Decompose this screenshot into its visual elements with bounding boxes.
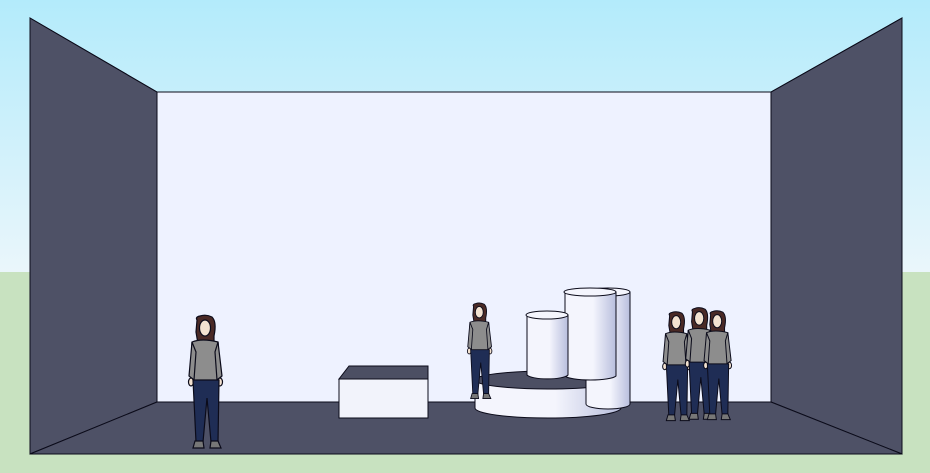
cylinder-body bbox=[526, 314, 569, 380]
left-wall[interactable] bbox=[29, 17, 158, 455]
cylinder-body bbox=[564, 291, 617, 381]
right-wall[interactable] bbox=[770, 17, 903, 455]
floor[interactable] bbox=[30, 402, 902, 454]
cylinder-tall[interactable] bbox=[563, 287, 617, 381]
cylinder-top bbox=[563, 287, 617, 297]
box-block[interactable] bbox=[337, 365, 429, 419]
cylinder-short[interactable] bbox=[525, 310, 569, 380]
cylinder-top bbox=[525, 310, 569, 320]
scene-canvas[interactable] bbox=[0, 0, 930, 473]
box-top bbox=[337, 365, 429, 380]
sketch-3d-viewport[interactable] bbox=[0, 0, 930, 473]
box-front bbox=[338, 378, 429, 419]
